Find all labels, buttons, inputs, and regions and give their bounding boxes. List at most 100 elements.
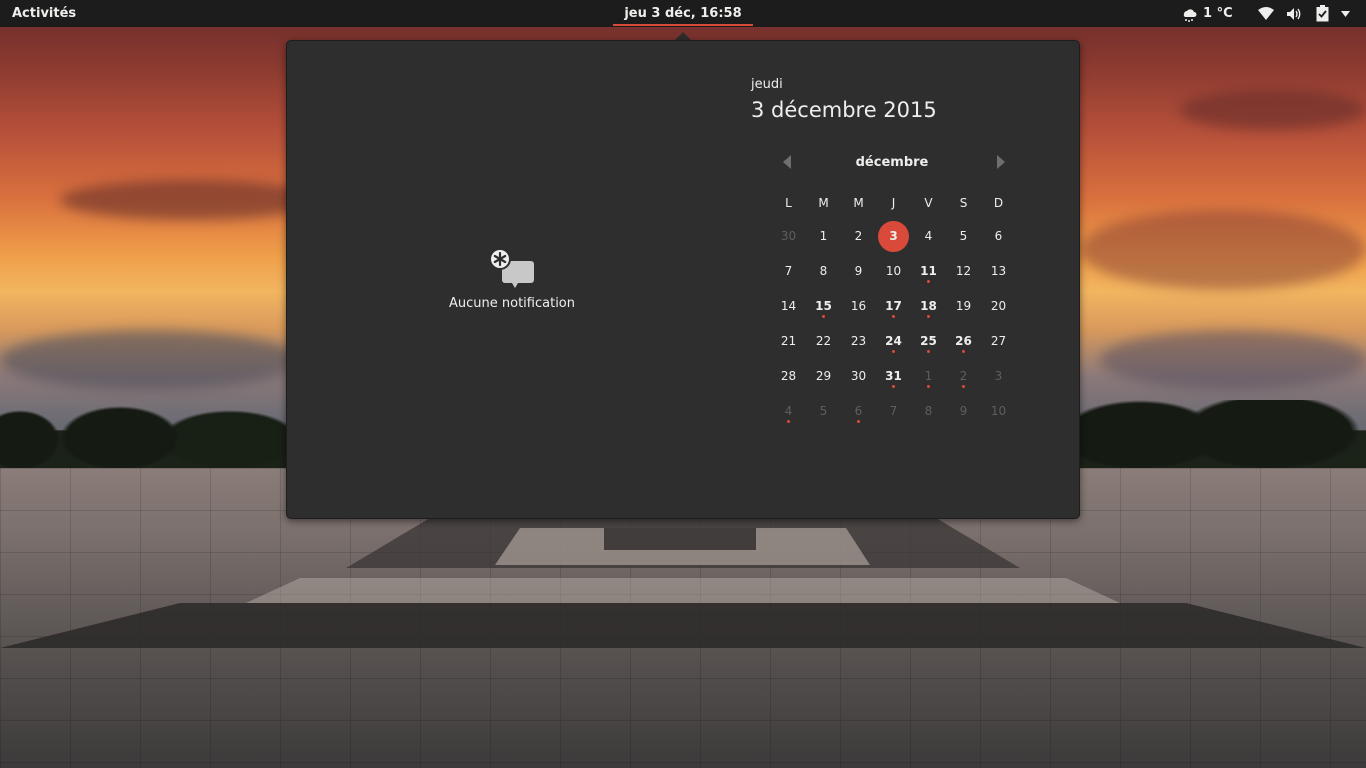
calendar-day-number: 15 bbox=[815, 299, 832, 313]
calendar-day[interactable]: 4 bbox=[771, 394, 806, 429]
battery-icon bbox=[1316, 5, 1329, 22]
calendar-day[interactable]: 24 bbox=[876, 324, 911, 359]
calendar-day-number: 22 bbox=[815, 334, 832, 348]
calendar-day[interactable]: 16 bbox=[841, 289, 876, 324]
no-notifications-label: Aucune notification bbox=[449, 296, 575, 311]
calendar-day[interactable]: 26 bbox=[946, 324, 981, 359]
calendar-day[interactable]: 14 bbox=[771, 289, 806, 324]
calendar-day[interactable]: 6 bbox=[981, 219, 1016, 254]
calendar-day[interactable]: 19 bbox=[946, 289, 981, 324]
date-menu-popup: Aucune notification jeudi 3 décembre 201… bbox=[286, 40, 1080, 519]
calendar-month-label: décembre bbox=[855, 155, 929, 170]
calendar-day-number: 7 bbox=[784, 264, 793, 278]
notification-list: Aucune notification bbox=[287, 41, 737, 518]
calendar-day[interactable]: 20 bbox=[981, 289, 1016, 324]
calendar-day[interactable]: 18 bbox=[911, 289, 946, 324]
calendar-day-number: 5 bbox=[959, 229, 968, 243]
calendar-day[interactable]: 2 bbox=[841, 219, 876, 254]
calendar-day-number: 10 bbox=[885, 264, 902, 278]
calendar-day[interactable]: 15 bbox=[806, 289, 841, 324]
calendar-day[interactable]: 21 bbox=[771, 324, 806, 359]
weekday-header: V bbox=[924, 196, 933, 210]
calendar-day[interactable]: 2 bbox=[946, 359, 981, 394]
calendar-day[interactable]: 23 bbox=[841, 324, 876, 359]
calendar-day[interactable]: 12 bbox=[946, 254, 981, 289]
calendar-day[interactable]: 7 bbox=[876, 394, 911, 429]
calendar-day-number: 18 bbox=[920, 299, 937, 313]
wallpaper-cloud bbox=[0, 330, 300, 390]
weekday-header: M bbox=[853, 196, 864, 210]
calendar-day-number: 6 bbox=[994, 229, 1003, 243]
calendar-day[interactable]: 30 bbox=[771, 219, 806, 254]
next-month-button[interactable] bbox=[997, 155, 1005, 169]
network-indicator[interactable] bbox=[1258, 0, 1274, 27]
calendar-day-number: 24 bbox=[885, 334, 902, 348]
calendar-day-number: 11 bbox=[920, 264, 937, 278]
calendar-day-number: 13 bbox=[990, 264, 1007, 278]
calendar-day[interactable]: 11 bbox=[911, 254, 946, 289]
calendar-day-number: 30 bbox=[850, 369, 867, 383]
wallpaper-cloud bbox=[1100, 330, 1366, 390]
current-full-date[interactable]: 3 décembre 2015 bbox=[751, 98, 937, 122]
activities-button[interactable]: Activités bbox=[12, 6, 76, 21]
event-indicator-dot bbox=[787, 420, 790, 423]
calendar-day[interactable]: 5 bbox=[806, 394, 841, 429]
calendar-day-number: 16 bbox=[850, 299, 867, 313]
calendar-day-number: 9 bbox=[854, 264, 863, 278]
calendar-day[interactable]: 22 bbox=[806, 324, 841, 359]
calendar-day[interactable]: 8 bbox=[911, 394, 946, 429]
calendar-day[interactable]: 3 bbox=[981, 359, 1016, 394]
calendar-day-number: 26 bbox=[955, 334, 972, 348]
weekday-header: M bbox=[818, 196, 829, 210]
battery-indicator[interactable] bbox=[1316, 0, 1329, 27]
weekday-header: J bbox=[891, 196, 896, 210]
calendar-day-number: 6 bbox=[854, 404, 863, 418]
volume-indicator[interactable] bbox=[1286, 0, 1303, 27]
calendar-day-number: 9 bbox=[959, 404, 968, 418]
previous-month-button[interactable] bbox=[783, 155, 791, 169]
calendar-day[interactable]: 1 bbox=[806, 219, 841, 254]
calendar-day[interactable]: 5 bbox=[946, 219, 981, 254]
weekday-header: L bbox=[785, 196, 792, 210]
clock-active-indicator bbox=[613, 24, 753, 26]
calendar-day[interactable]: 17 bbox=[876, 289, 911, 324]
event-indicator-dot bbox=[892, 315, 895, 318]
calendar-day-number: 1 bbox=[819, 229, 828, 243]
calendar-day[interactable]: 29 bbox=[806, 359, 841, 394]
calendar-day[interactable]: 6 bbox=[841, 394, 876, 429]
calendar-day[interactable]: 13 bbox=[981, 254, 1016, 289]
weather-temperature: 1 °C bbox=[1203, 6, 1233, 21]
wallpaper-cloud bbox=[1080, 210, 1366, 290]
calendar-day-number: 27 bbox=[990, 334, 1007, 348]
event-indicator-dot bbox=[927, 350, 930, 353]
calendar-day[interactable]: 9 bbox=[841, 254, 876, 289]
calendar-day[interactable]: 28 bbox=[771, 359, 806, 394]
calendar-day-number: 28 bbox=[780, 369, 797, 383]
calendar-day[interactable]: 10 bbox=[981, 394, 1016, 429]
calendar-day[interactable]: 25 bbox=[911, 324, 946, 359]
calendar-day[interactable]: 27 bbox=[981, 324, 1016, 359]
weather-indicator[interactable]: 1 °C bbox=[1180, 0, 1233, 27]
calendar-day-number: 2 bbox=[959, 369, 968, 383]
calendar-day[interactable]: 4 bbox=[911, 219, 946, 254]
calendar-day-today[interactable]: 3 bbox=[876, 219, 911, 254]
calendar-day-number: 20 bbox=[990, 299, 1007, 313]
weather-snow-icon bbox=[1183, 8, 1197, 22]
calendar-day-number: 31 bbox=[885, 369, 902, 383]
chevron-down-icon bbox=[1341, 10, 1350, 17]
calendar-day-number: 1 bbox=[924, 369, 933, 383]
event-indicator-dot bbox=[927, 280, 930, 283]
calendar-day[interactable]: 30 bbox=[841, 359, 876, 394]
calendar-day[interactable]: 8 bbox=[806, 254, 841, 289]
calendar-day[interactable]: 9 bbox=[946, 394, 981, 429]
top-bar: Activités jeu 3 déc, 16:58 1 °C bbox=[0, 0, 1366, 27]
no-notifications-icon bbox=[489, 248, 534, 288]
calendar-day[interactable]: 1 bbox=[911, 359, 946, 394]
calendar-day-number: 23 bbox=[850, 334, 867, 348]
calendar-day[interactable]: 7 bbox=[771, 254, 806, 289]
calendar-day[interactable]: 10 bbox=[876, 254, 911, 289]
clock-button[interactable]: jeu 3 déc, 16:58 bbox=[613, 0, 753, 27]
volume-icon bbox=[1287, 7, 1301, 20]
system-menu-button[interactable] bbox=[1341, 0, 1350, 27]
calendar-day[interactable]: 31 bbox=[876, 359, 911, 394]
